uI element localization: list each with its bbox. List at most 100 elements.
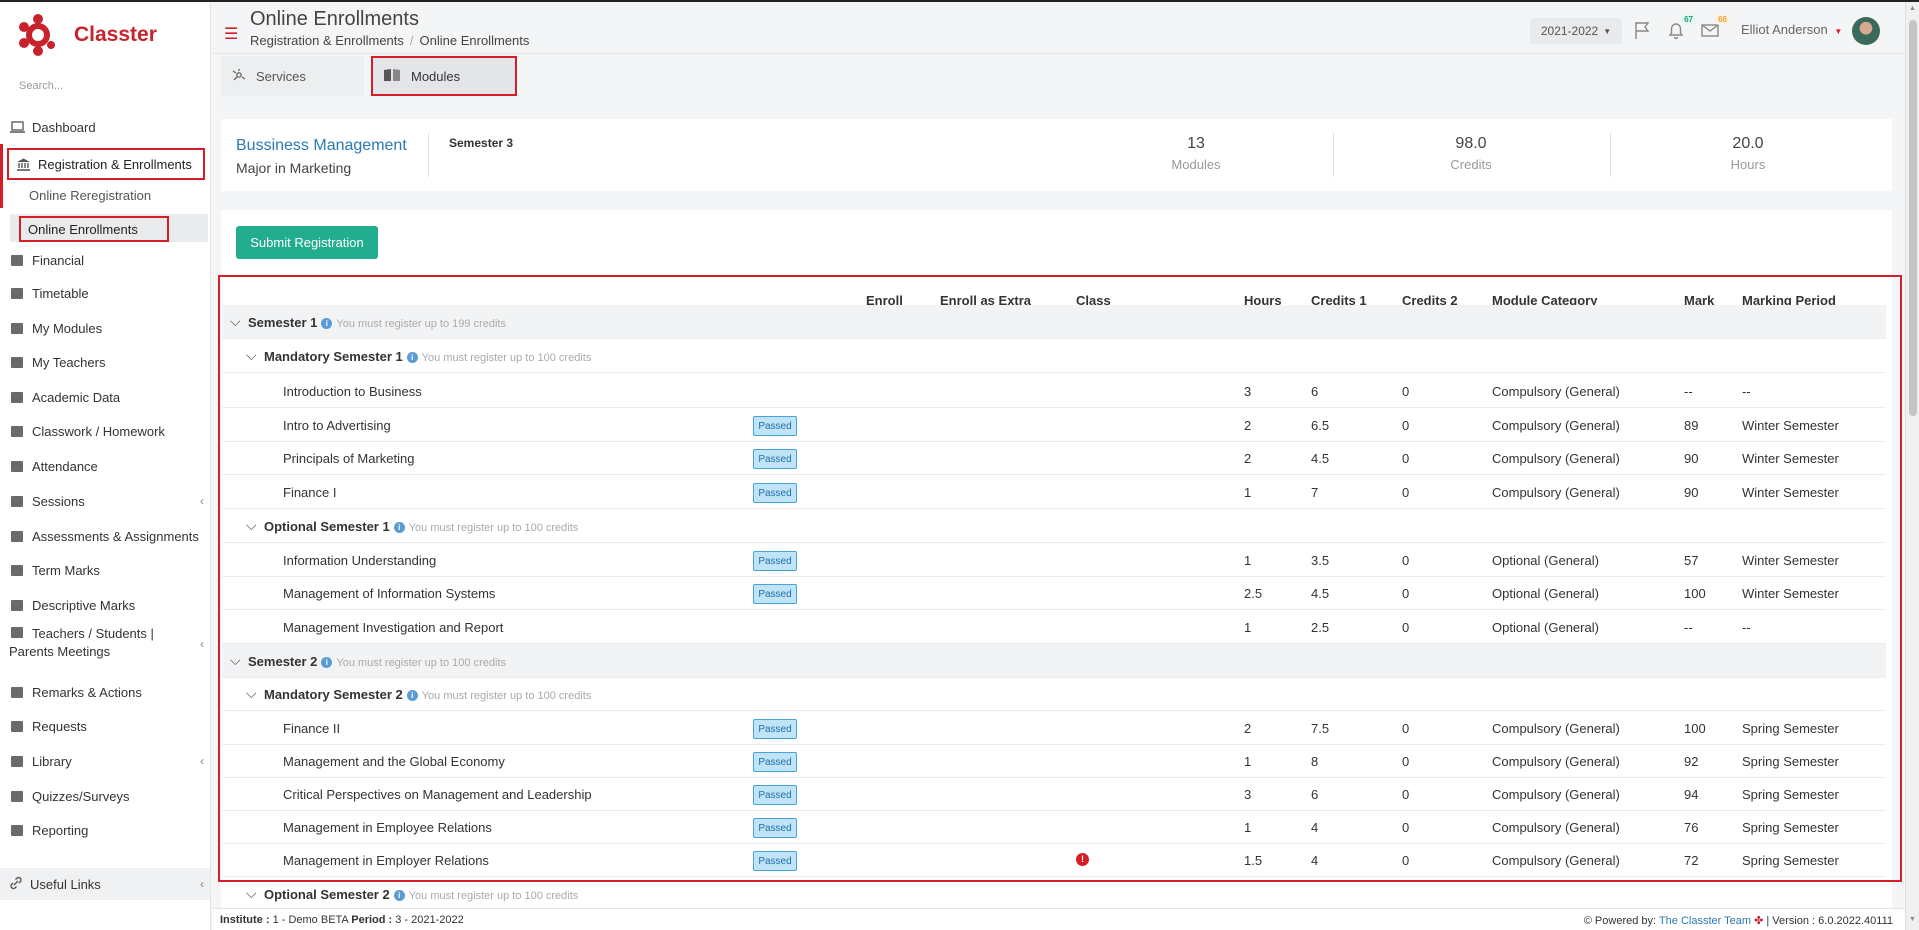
info-icon[interactable]: i [393,522,405,533]
module-name: Finance I [283,485,337,500]
page-scrollbar[interactable]: ▲ ▼ [1905,2,1919,930]
sidebar-item-attendance[interactable]: Attendance [0,453,210,479]
footer-institute-value: 1 - Demo BETA [272,914,349,926]
app-logo[interactable]: Classter [18,12,157,58]
chevron-down-icon[interactable]: ⌵ [230,313,241,330]
module-mark: 76 [1684,820,1699,835]
group-name: Optional Semester 1 i You must register up… [264,519,578,534]
user-menu[interactable]: Elliot Anderson ▼ [1741,22,1842,37]
scroll-up-arrow-icon[interactable]: ▲ [1909,5,1916,12]
sidebar-item-assessments-assignments[interactable]: Assessments & Assignments [0,523,210,549]
chevron-down-icon[interactable]: ⌵ [246,685,257,702]
sidebar-item-dashboard[interactable]: Dashboard [0,114,210,140]
warning-icon[interactable]: ! [1076,853,1089,866]
module-hours: 1 [1244,620,1252,635]
passed-badge: Passed [753,752,797,772]
sidebar-item-teachers-students[interactable]: Teachers / Students | Parents Meetings ‹ [0,625,210,665]
info-icon[interactable]: i [393,890,405,901]
divider [1333,133,1334,177]
avatar[interactable] [1852,17,1880,45]
sidebar-item-descriptive-marks[interactable]: Descriptive Marks [0,592,210,618]
breadcrumb-item-current: Online Enrollments [419,33,530,48]
scroll-down-arrow-icon[interactable]: ▼ [1909,916,1916,923]
breadcrumb-item[interactable]: Registration & Enrollments [250,33,404,48]
module-category: Compulsory (General) [1492,853,1620,868]
classter-logo-icon [18,13,58,57]
sidebar-item-reporting[interactable]: Reporting [0,817,210,843]
module-mark: 57 [1684,553,1699,568]
sidebar-item-label: Requests [32,718,87,734]
category-group-row[interactable]: ⌵ Optional Semester 1 i You must register u… [222,509,1886,543]
powered-by-label: Powered by: [1594,915,1657,927]
sidebar-item-label-line1: Teachers / Students | [32,626,154,641]
module-hours: 2 [1244,721,1252,736]
classter-team-link[interactable]: The Classter Team [1659,915,1751,927]
sidebar-item-label: Reporting [32,822,89,838]
sidebar-item-term-marks[interactable]: Term Marks [0,557,210,583]
academic-year-select[interactable]: 2021-2022 ▼ [1530,18,1622,44]
category-group-row[interactable]: ⌵ Optional Semester 2 i You must register u… [222,877,1886,911]
useful-links[interactable]: Useful Links ‹ [0,868,210,900]
semester-group-row[interactable]: ⌵ Semester 2 i You must register up to 100 … [222,644,1886,678]
module-credits2: 0 [1402,853,1410,868]
module-credits2: 0 [1402,384,1410,399]
credit-hint: You must register up to 100 credits [421,690,592,702]
sidebar-search-input[interactable]: Search... [19,80,199,92]
chevron-down-icon[interactable]: ⌵ [246,517,257,534]
chevron-down-icon[interactable]: ⌵ [246,347,257,364]
sidebar-item-requests[interactable]: Requests [0,713,210,739]
submit-registration-button[interactable]: Submit Registration [236,226,378,259]
module-credits2: 0 [1402,754,1410,769]
passed-badge: Passed [753,584,797,604]
category-group-row[interactable]: ⌵ Mandatory Semester 1 i You must register … [222,339,1886,373]
module-marking-period: -- [1742,384,1751,399]
sidebar-subitem-online-reregistration[interactable]: Online Reregistration [29,188,151,203]
tab-services-label: Services [256,68,306,84]
passed-badge: Passed [753,449,797,469]
tab-modules[interactable]: Modules [371,56,517,96]
sidebar-item-library[interactable]: Library ‹ [0,748,210,774]
module-row: Management Investigation and Report 1 2.5 0… [222,610,1886,644]
sidebar-item-registration-enrollments[interactable]: Registration & Enrollments [7,148,205,180]
chevron-down-icon[interactable]: ⌵ [230,652,241,669]
chevron-down-icon[interactable]: ⌵ [246,885,257,902]
sidebar-item-financial[interactable]: Financial [0,247,210,273]
group-name: Optional Semester 2 i You must register up… [264,887,578,902]
sidebar-item-academic-data[interactable]: Academic Data [0,384,210,410]
sidebar-item-sessions[interactable]: Sessions ‹ [0,488,210,514]
bell-icon[interactable]: 67 [1666,14,1696,40]
stat-credits-label: Credits [1450,157,1492,172]
info-icon[interactable]: i [321,657,333,668]
sidebar-item-my-teachers[interactable]: My Teachers [0,349,210,375]
scrollbar-thumb[interactable] [1909,20,1917,416]
menu-toggle-icon[interactable]: ☰ [224,24,238,44]
users-icon [9,355,25,369]
sidebar-item-my-modules[interactable]: My Modules [0,315,210,341]
classter-small-logo-icon: ✤ [1754,915,1764,927]
sidebar-item-label: Quizzes/Surveys [32,788,130,804]
module-marking-period: -- [1742,620,1751,635]
module-row: Critical Perspectives on Management and … [222,777,1886,811]
info-icon[interactable]: i [406,690,418,701]
program-summary: Bussiness Management Major in Marketing … [221,119,1892,191]
module-hours: 1 [1244,553,1252,568]
program-major: Major in Marketing [236,160,352,176]
sidebar-item-quizzes-surveys[interactable]: Quizzes/Surveys [0,783,210,809]
sidebar-item-classwork-homework[interactable]: Classwork / Homework [0,418,210,444]
sidebar-subitem-online-enrollments[interactable]: Online Enrollments [19,216,169,242]
sidebar-item-timetable[interactable]: Timetable [0,280,210,306]
envelope-icon[interactable]: 68 [1700,14,1730,40]
semester-group-row[interactable]: ⌵ Semester 1 i You must register up to 199 … [222,305,1886,339]
module-category: Compulsory (General) [1492,485,1620,500]
flag-icon[interactable] [1633,20,1655,40]
sidebar-item-remarks-actions[interactable]: Remarks & Actions [0,679,210,705]
info-icon[interactable]: i [321,318,333,329]
info-icon[interactable]: i [406,352,418,363]
sidebar-item-label: Financial [32,252,85,268]
category-group-row[interactable]: ⌵ Mandatory Semester 2 i You must register … [222,677,1886,711]
active-section-indicator [0,144,3,208]
program-name[interactable]: Bussiness Management [236,137,407,155]
tab-services[interactable]: Services [222,56,364,96]
chevron-left-icon: ‹ [200,754,204,768]
module-row: Finance I Passed 1 7 0 Compulsory (General) 90… [222,475,1886,509]
